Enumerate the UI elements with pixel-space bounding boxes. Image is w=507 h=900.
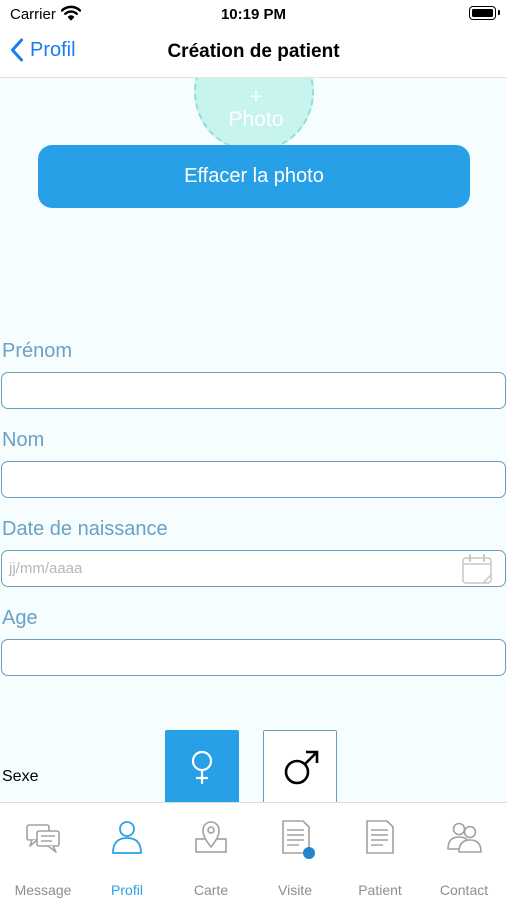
female-button[interactable] (165, 730, 239, 802)
male-button[interactable] (263, 730, 337, 802)
tab-contact[interactable]: Contact (422, 803, 506, 900)
first-name-input[interactable] (1, 372, 506, 409)
clear-photo-button[interactable]: Effacer la photo (38, 145, 470, 208)
tab-carte[interactable]: Carte (169, 803, 253, 900)
form-content[interactable]: + Photo Effacer la photo Prénom Nom Date… (0, 78, 507, 802)
tab-visite[interactable]: Visite (253, 803, 337, 900)
add-photo-plus: + (250, 86, 262, 108)
tab-message[interactable]: Message (1, 803, 85, 900)
visit-icon (282, 820, 315, 859)
navigation-bar: Profil Création de patient (0, 28, 507, 78)
status-time: 10:19 PM (220, 6, 287, 23)
tab-label: Patient (358, 882, 402, 898)
tab-label: Carte (193, 882, 229, 898)
age-label: Age (2, 607, 38, 629)
photo-label: Photo (228, 108, 284, 131)
tab-profil[interactable]: Profil (85, 803, 169, 900)
message-icon (26, 824, 60, 853)
patient-icon (366, 820, 394, 854)
sex-label: Sexe (2, 768, 39, 785)
tab-patient[interactable]: Patient (338, 803, 422, 900)
tab-label: Visite (278, 882, 312, 898)
last-name-label: Nom (2, 429, 45, 451)
battery-icon (469, 6, 500, 20)
female-icon (191, 750, 213, 784)
page-title: Création de patient (167, 41, 340, 62)
male-icon (284, 750, 319, 785)
last-name-input[interactable] (1, 461, 506, 498)
calendar-icon[interactable] (461, 553, 493, 585)
photo-picker[interactable]: + Photo (194, 78, 314, 152)
tab-bar: Message Profil Carte Visite Patient Cont… (0, 802, 507, 900)
contact-icon (447, 822, 482, 853)
first-name-label: Prénom (2, 340, 73, 362)
status-bar: Carrier 10:19 PM (0, 0, 507, 28)
birth-date-input[interactable]: jj/mm/aaaa (1, 550, 506, 587)
map-icon (195, 821, 227, 853)
birth-date-placeholder: jj/mm/aaaa (9, 560, 83, 577)
tab-label: Contact (439, 882, 489, 898)
age-input[interactable] (1, 639, 506, 676)
profile-icon (112, 821, 142, 854)
tab-label: Profil (111, 882, 143, 898)
tab-label: Message (14, 882, 72, 898)
birth-date-label: Date de naissance (2, 518, 168, 540)
